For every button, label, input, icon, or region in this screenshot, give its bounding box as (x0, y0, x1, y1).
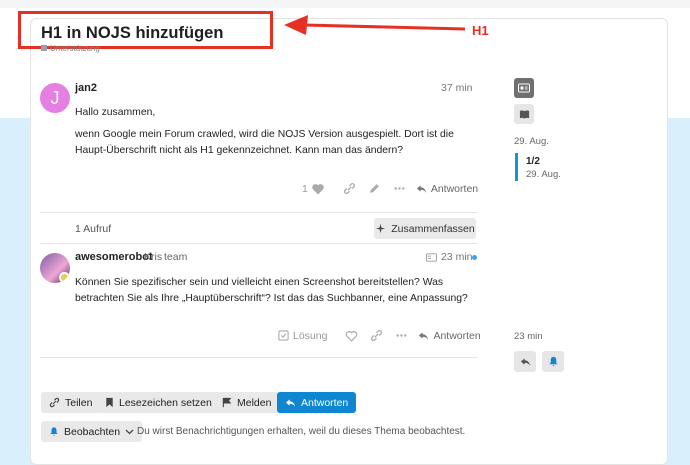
like-button[interactable]: 1 (302, 183, 325, 195)
category-badge-icon (41, 45, 47, 51)
checkbox-icon (278, 330, 289, 341)
reply-topic-button[interactable]: Antworten (277, 392, 357, 413)
sparkle-icon (376, 223, 386, 234)
annotation-arrow-icon (284, 15, 466, 35)
timeline-scroller[interactable] (515, 153, 518, 181)
views-count: 1 Aufruf (75, 223, 112, 235)
bookmark-button[interactable]: Lesezeichen setzen (97, 392, 220, 413)
post-full-name: Kris (144, 251, 163, 263)
bell-icon (548, 356, 558, 367)
flag-icon (222, 397, 232, 408)
timeline-notification-button[interactable] (542, 351, 564, 372)
flag-label: Melden (237, 396, 272, 409)
post-time[interactable]: 23 min (441, 251, 473, 263)
post-paragraph: Hallo zusammen, (75, 107, 156, 118)
link-icon[interactable] (370, 329, 383, 342)
share-button[interactable]: Teilen (41, 392, 101, 413)
post-user-group[interactable]: team (164, 251, 187, 263)
timeline-start-date[interactable]: 29. Aug. (514, 136, 549, 147)
timeline-position: 1/2 (526, 156, 540, 167)
annotation-label: H1 (472, 23, 489, 38)
summarize-button[interactable]: Zusammenfassen (374, 218, 476, 239)
page-top-strip (0, 0, 690, 8)
post-paragraph: Können Sie spezifischer sein und viellei… (75, 277, 468, 304)
post-username[interactable]: awesomerobot (75, 251, 153, 263)
timeline-end-date[interactable]: 23 min (514, 331, 543, 342)
timeline-reply-button[interactable] (514, 351, 536, 372)
like-count: 1 (302, 182, 308, 195)
summarize-label: Zusammenfassen (391, 222, 475, 235)
notification-level-dropdown[interactable]: Beobachten (41, 421, 143, 442)
divider (40, 212, 477, 213)
post-username[interactable]: jan2 (75, 82, 97, 94)
post-time[interactable]: 37 min (441, 82, 473, 94)
heart-outline-icon[interactable] (345, 330, 358, 342)
notification-level-label: Beobachten (64, 425, 121, 438)
chevron-down-icon (125, 429, 134, 434)
edit-pencil-icon[interactable] (368, 182, 381, 195)
flair-badge-icon (59, 272, 70, 283)
reply-topic-label: Antworten (301, 396, 349, 409)
topic-category[interactable]: Unterstützung (41, 44, 100, 53)
more-options-icon[interactable] (395, 329, 408, 342)
post-actions: Lösung Antworten (278, 329, 481, 342)
avatar[interactable] (40, 253, 70, 283)
link-icon[interactable] (343, 182, 356, 195)
more-options-icon[interactable] (393, 182, 406, 195)
category-label: Unterstützung (50, 44, 100, 53)
new-post-indicator (472, 255, 477, 260)
reply-button[interactable]: Antworten (416, 183, 478, 195)
share-label: Teilen (65, 396, 93, 409)
timeline-summary-button[interactable] (514, 104, 534, 124)
reply-arrow-icon (419, 331, 429, 340)
reply-label: Antworten (433, 329, 481, 342)
reply-arrow-icon (520, 357, 530, 366)
divider (40, 243, 477, 244)
heart-icon (312, 183, 324, 194)
reply-arrow-icon (285, 398, 296, 407)
book-icon (519, 110, 529, 119)
topic-title: H1 in NOJS hinzufügen (41, 24, 224, 42)
timeline-position-date: 29. Aug. (526, 169, 561, 180)
bookmark-label: Lesezeichen setzen (119, 396, 212, 409)
flag-button[interactable]: Melden (214, 392, 280, 413)
bell-icon (50, 427, 58, 436)
reply-label: Antworten (430, 182, 479, 195)
reply-button[interactable]: Antworten (418, 329, 481, 342)
avatar[interactable]: J (40, 83, 70, 113)
reply-arrow-icon (416, 184, 426, 193)
wrench-card-icon (518, 83, 530, 93)
bookmark-icon (106, 397, 113, 408)
divider (40, 357, 477, 358)
solution-label: Lösung (293, 329, 328, 342)
notification-reason: Du wirst Benachrichtigungen erhalten, we… (137, 426, 466, 437)
translate-icon[interactable] (426, 253, 437, 262)
timeline-admin-button[interactable] (514, 78, 534, 98)
link-icon (49, 397, 60, 408)
post-paragraph: wenn Google mein Forum crawled, wird die… (75, 129, 454, 156)
solution-button[interactable]: Lösung (278, 330, 327, 342)
post-actions: 1 Antworten (302, 182, 478, 195)
